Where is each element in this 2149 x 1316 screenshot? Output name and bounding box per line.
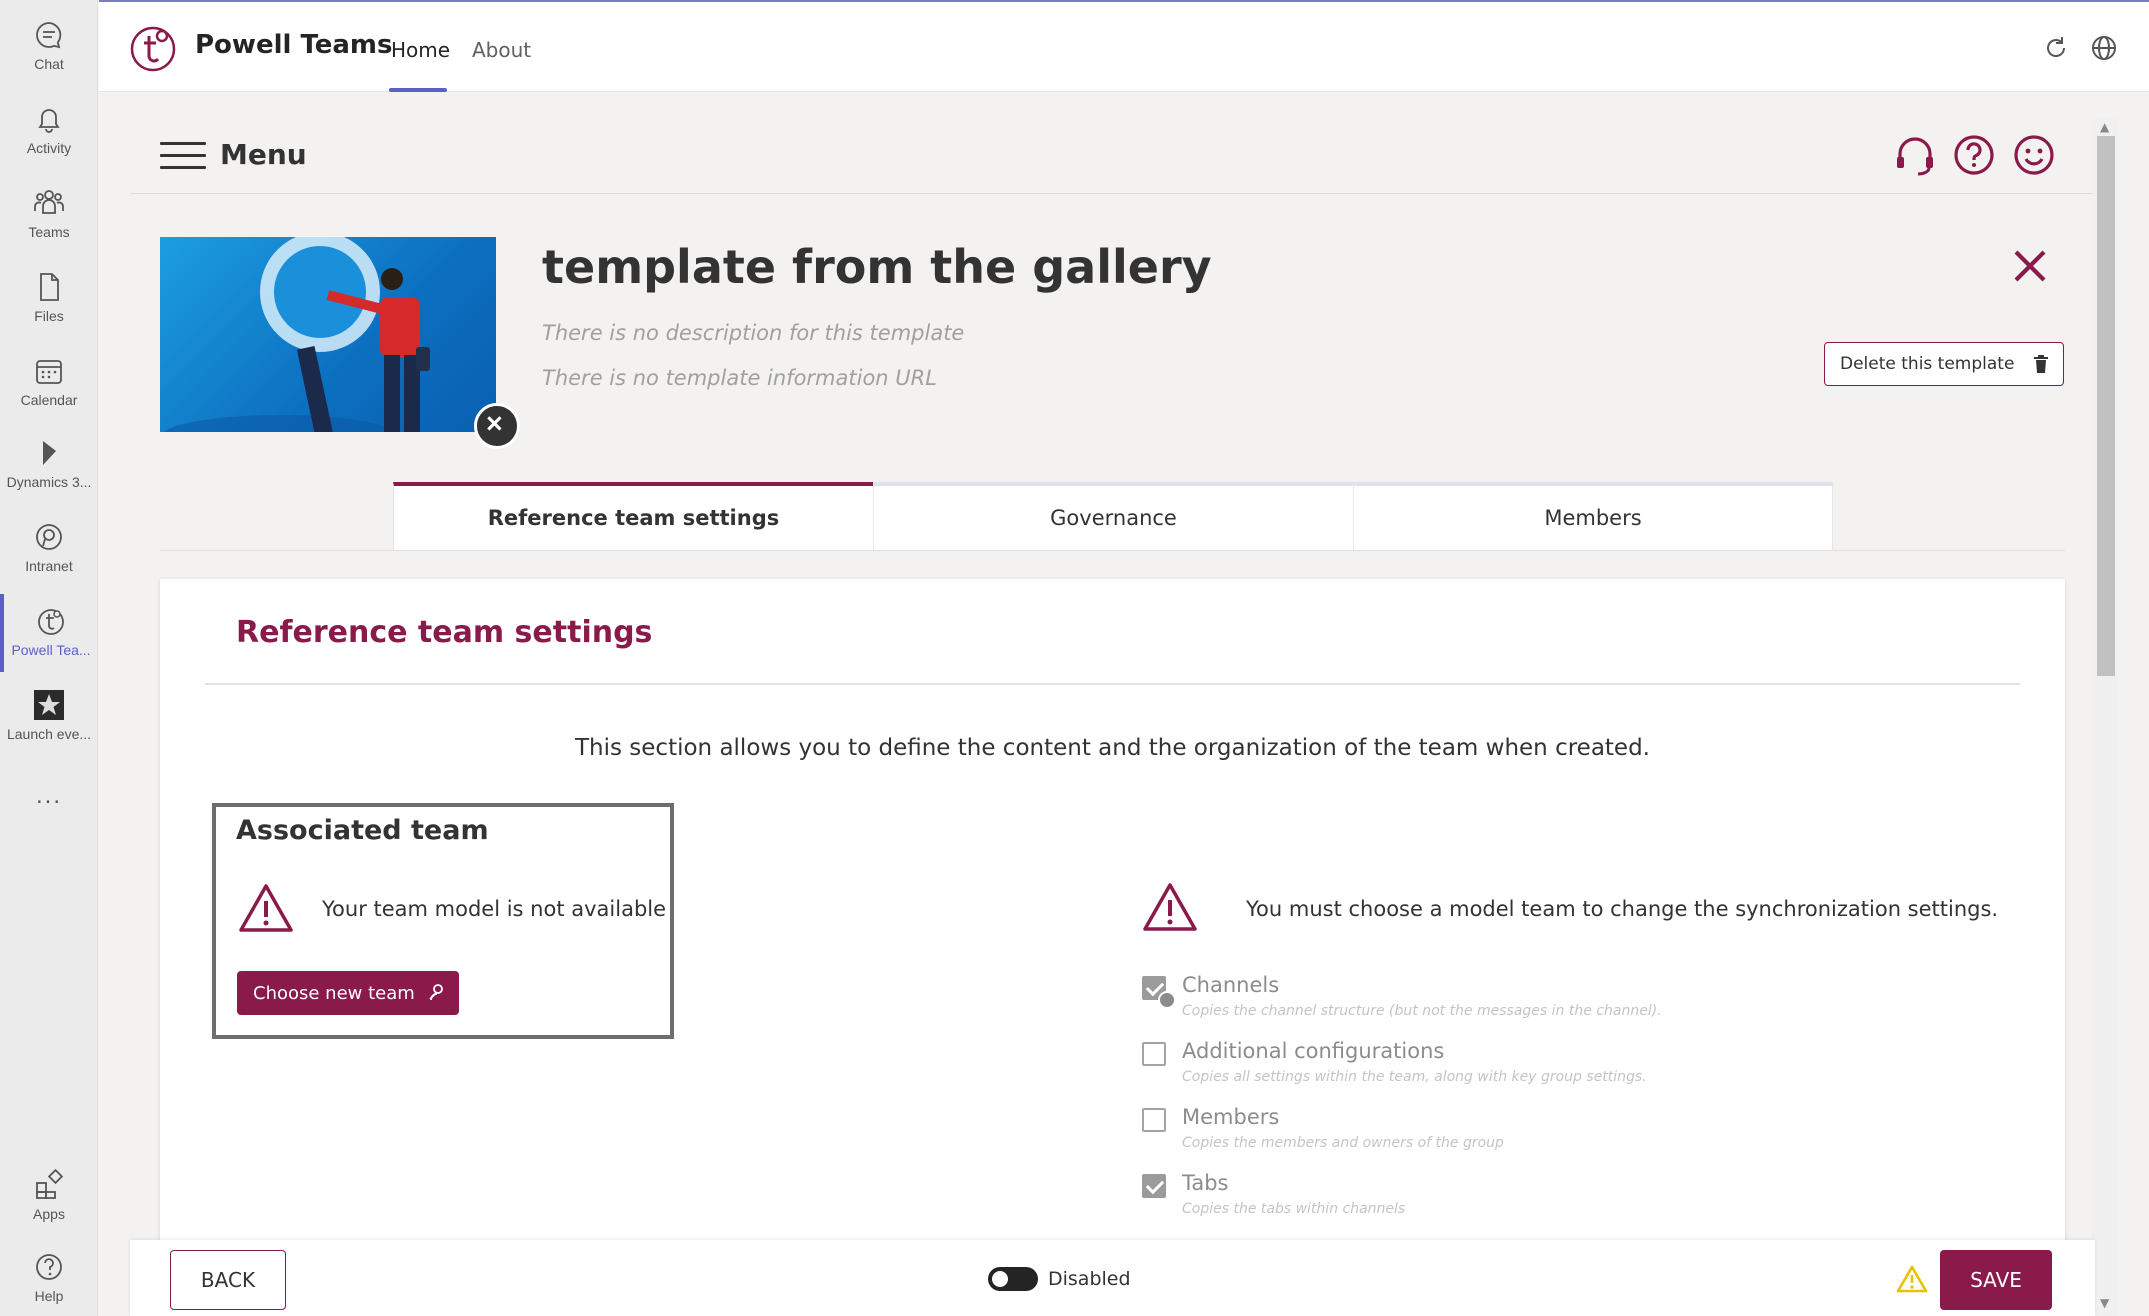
- rail-item-launch-event[interactable]: Launch eve...: [0, 678, 98, 756]
- nav-tab-indicator: [389, 88, 447, 92]
- template-description: There is no description for this templat…: [542, 321, 965, 345]
- rail-item-chat[interactable]: Chat: [0, 8, 98, 86]
- rail-item-label: Apps: [33, 1206, 65, 1222]
- rail-item-intranet[interactable]: Intranet: [0, 510, 98, 588]
- associated-team-message: Your team model is not available: [322, 897, 667, 921]
- template-title: template from the gallery: [542, 240, 1212, 294]
- section-title: Reference team settings: [236, 615, 653, 650]
- tabs-checkbox[interactable]: [1142, 1174, 1166, 1198]
- powell-teams-icon: [38, 609, 64, 635]
- app-name: Powell Teams: [195, 30, 393, 60]
- rail-item-apps[interactable]: Apps: [0, 1158, 98, 1236]
- rail-item-label: Teams: [28, 224, 70, 240]
- launch-event-icon: [34, 690, 64, 720]
- teams-app-rail: Chat Activity Teams Files Calendar Dynam…: [0, 0, 98, 1316]
- rail-item-label: Powell Tea...: [11, 642, 91, 658]
- app-header: Powell Teams Home About: [99, 0, 2149, 92]
- section-divider: [205, 683, 2020, 685]
- tab-reference-team-settings[interactable]: Reference team settings: [393, 482, 873, 550]
- save-button[interactable]: SAVE: [1940, 1250, 2052, 1310]
- option-label: Tabs: [1182, 1171, 1229, 1195]
- status-toggle[interactable]: [988, 1267, 1038, 1291]
- scroll-down-icon[interactable]: ▼: [2100, 1296, 2109, 1310]
- powell-teams-logo: [130, 26, 176, 72]
- powell-app-content: Menu template from the gallery There is …: [130, 118, 2095, 1316]
- rail-item-calendar[interactable]: Calendar: [0, 344, 98, 422]
- section-intro: This section allows you to define the co…: [574, 735, 1650, 761]
- nav-tab-about[interactable]: About: [472, 38, 531, 62]
- teams-icon: [34, 190, 64, 214]
- globe-icon[interactable]: [2090, 34, 2118, 62]
- rail-item-help[interactable]: Help: [0, 1240, 98, 1316]
- lock-icon: [1158, 991, 1176, 1009]
- option-label: Members: [1182, 1105, 1280, 1129]
- rail-item-label: Calendar: [20, 392, 78, 408]
- option-description: Copies the members and owners of the gro…: [1182, 1135, 1504, 1151]
- help-icon: [36, 1254, 62, 1280]
- rail-item-label: Dynamics 3...: [6, 474, 92, 490]
- nav-tab-home[interactable]: Home: [391, 38, 450, 62]
- delete-template-button[interactable]: Delete this template: [1824, 342, 2064, 386]
- file-icon: [40, 273, 59, 301]
- vertical-scrollbar[interactable]: ▲ ▼: [2092, 118, 2118, 1316]
- calendar-icon: [36, 360, 62, 384]
- warning-icon: [1896, 1265, 1928, 1293]
- option-description: Copies the channel structure (but not th…: [1182, 1003, 1662, 1019]
- status-toggle-label: Disabled: [1048, 1268, 1131, 1290]
- additional-configurations-checkbox[interactable]: [1142, 1042, 1166, 1066]
- person-search-icon: [429, 984, 443, 1001]
- refresh-icon[interactable]: [2042, 34, 2070, 62]
- rail-more-button[interactable]: ...: [0, 772, 98, 850]
- more-icon: ...: [35, 782, 62, 809]
- tabs-divider: [160, 550, 2065, 551]
- delete-template-label: Delete this template: [1840, 354, 2015, 374]
- bell-icon: [38, 109, 60, 133]
- rail-item-dynamics[interactable]: Dynamics 3...: [0, 426, 98, 504]
- close-icon[interactable]: [2010, 246, 2050, 286]
- sync-warning-message: You must choose a model team to change t…: [1246, 897, 1999, 921]
- template-image: [160, 237, 496, 432]
- rail-item-label: Launch eve...: [6, 726, 92, 742]
- rail-item-label: Activity: [26, 140, 72, 156]
- rail-item-activity[interactable]: Activity: [0, 92, 98, 170]
- scroll-thumb[interactable]: [2097, 136, 2115, 676]
- rail-item-label: Chat: [34, 56, 64, 72]
- template-info-url: There is no template information URL: [542, 366, 937, 390]
- intranet-icon: [36, 524, 62, 550]
- question-icon[interactable]: [1951, 132, 1997, 178]
- option-description: Copies the tabs within channels: [1182, 1201, 1406, 1217]
- menu-bar: Menu: [130, 118, 2095, 194]
- chat-icon: [36, 22, 62, 49]
- associated-team-title: Associated team: [236, 815, 489, 846]
- choose-new-team-button[interactable]: Choose new team: [237, 971, 459, 1015]
- hamburger-menu-icon[interactable]: [160, 142, 206, 172]
- rail-item-label: Help: [34, 1288, 64, 1304]
- option-description: Copies all settings within the team, alo…: [1182, 1069, 1647, 1085]
- sync-warning-icon: [1143, 883, 1197, 931]
- tab-members[interactable]: Members: [1353, 482, 1833, 550]
- members-checkbox[interactable]: [1142, 1108, 1166, 1132]
- rail-item-label: Files: [34, 308, 64, 324]
- trash-icon: [2034, 355, 2048, 373]
- action-footer: BACK Disabled SAVE: [130, 1240, 2095, 1316]
- rail-item-powell-teams[interactable]: Powell Tea...: [0, 594, 98, 672]
- menu-label[interactable]: Menu: [220, 138, 307, 171]
- choose-new-team-label: Choose new team: [253, 982, 415, 1004]
- back-button[interactable]: BACK: [170, 1250, 286, 1310]
- apps-icon: [36, 1168, 64, 1199]
- rail-item-files[interactable]: Files: [0, 260, 98, 338]
- reference-settings-card: Reference team settings This section all…: [160, 579, 2065, 1316]
- option-label: Channels: [1182, 973, 1280, 997]
- warning-icon: [239, 884, 293, 932]
- scroll-up-icon[interactable]: ▲: [2100, 120, 2109, 134]
- remove-image-button[interactable]: [474, 403, 520, 449]
- dynamics-icon: [43, 441, 56, 465]
- associated-team-panel: Associated team Your team model is not a…: [212, 803, 674, 1039]
- smiley-icon[interactable]: [2011, 132, 2057, 178]
- option-label: Additional configurations: [1182, 1039, 1445, 1063]
- rail-item-label: Intranet: [25, 558, 73, 574]
- tab-governance[interactable]: Governance: [873, 482, 1353, 550]
- rail-item-teams[interactable]: Teams: [0, 176, 98, 254]
- headset-icon[interactable]: [1892, 132, 1938, 178]
